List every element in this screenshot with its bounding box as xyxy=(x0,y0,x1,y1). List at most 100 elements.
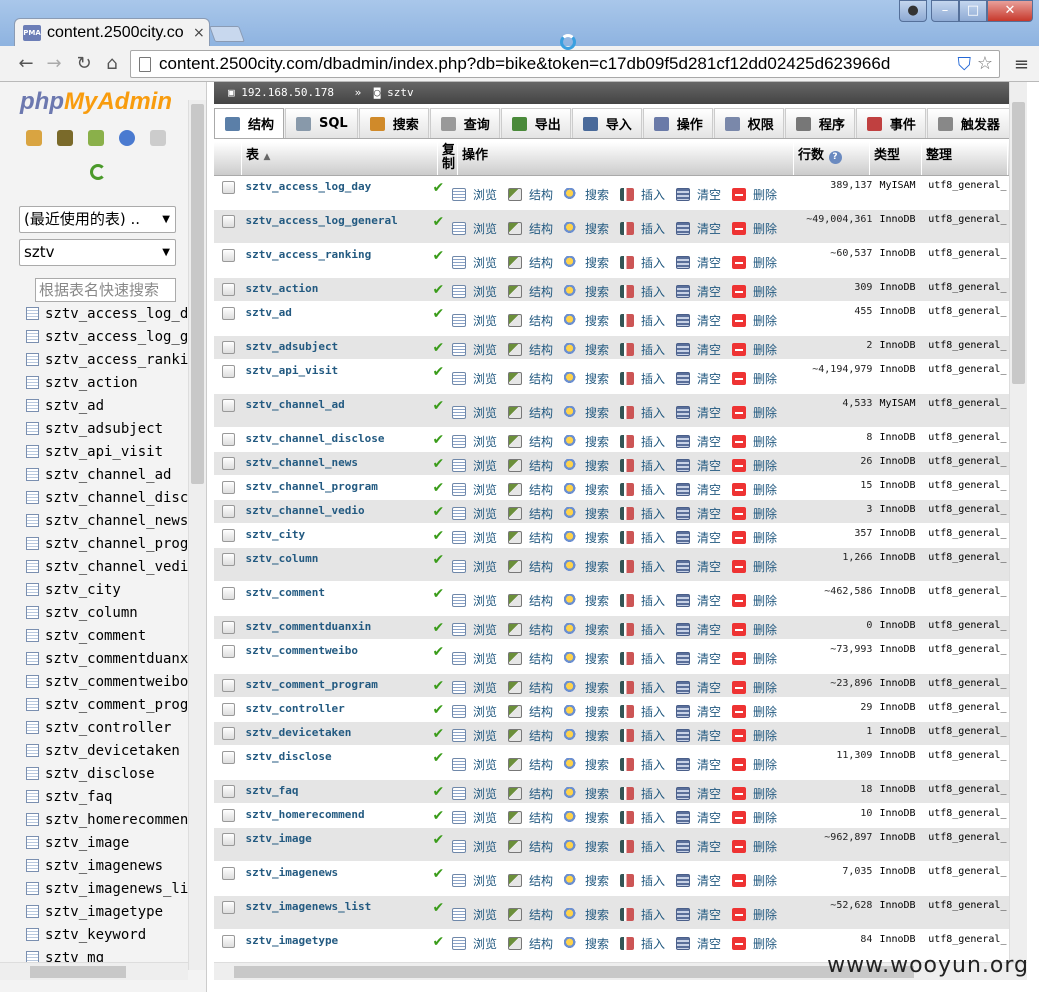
browse-action[interactable]: 浏览 xyxy=(451,282,497,301)
row-checkbox[interactable] xyxy=(222,457,235,470)
home-button[interactable]: ⌂ xyxy=(100,52,124,76)
sidebar-table-item[interactable]: sztv_faq xyxy=(0,785,188,808)
search-action[interactable]: 搜索 xyxy=(563,364,609,393)
table-name-link[interactable]: sztv_channel_news xyxy=(241,452,428,475)
empty-action[interactable]: 清空 xyxy=(676,620,721,639)
structure-action[interactable]: 结构 xyxy=(507,398,553,427)
search-action[interactable]: 搜索 xyxy=(563,750,609,779)
sidebar-horizontal-scrollbar[interactable] xyxy=(0,962,188,980)
tab-search[interactable]: 搜索 xyxy=(358,108,429,138)
row-checkbox[interactable] xyxy=(222,399,235,412)
structure-action[interactable]: 结构 xyxy=(507,340,553,359)
sidebar-table-name[interactable]: sztv_faq xyxy=(45,789,112,805)
drop-action[interactable]: 删除 xyxy=(732,808,777,827)
insert-action[interactable]: 插入 xyxy=(619,832,665,861)
structure-action[interactable]: 结构 xyxy=(507,432,553,451)
drop-action[interactable]: 删除 xyxy=(732,552,777,581)
drop-action[interactable]: 删除 xyxy=(732,306,777,335)
sidebar-table-name[interactable]: sztv_disclose xyxy=(45,766,155,782)
browse-action[interactable]: 浏览 xyxy=(451,180,497,209)
minimize-button[interactable]: – xyxy=(931,0,959,22)
home-icon[interactable] xyxy=(26,130,42,146)
structure-action[interactable]: 结构 xyxy=(507,248,553,277)
table-name-link[interactable]: sztv_access_log_day xyxy=(241,176,428,209)
insert-action[interactable]: 插入 xyxy=(619,480,665,499)
browser-menu-button[interactable]: ≡ xyxy=(1014,54,1029,75)
empty-action[interactable]: 清空 xyxy=(676,398,721,427)
sidebar-table-item[interactable]: sztv_controller xyxy=(0,716,188,739)
table-name-link[interactable]: sztv_disclose xyxy=(241,746,428,779)
sidebar-table-item[interactable]: sztv_comment xyxy=(0,624,188,647)
structure-action[interactable]: 结构 xyxy=(507,552,553,581)
tab-query[interactable]: 查询 xyxy=(429,108,500,138)
row-checkbox[interactable] xyxy=(222,481,235,494)
search-action[interactable]: 搜索 xyxy=(563,214,609,243)
table-name-link[interactable]: sztv_channel_program xyxy=(241,476,428,499)
empty-action[interactable]: 清空 xyxy=(676,678,721,697)
tab-privileges[interactable]: 权限 xyxy=(713,108,784,138)
scroll-thumb[interactable] xyxy=(30,966,126,978)
insert-action[interactable]: 插入 xyxy=(619,398,665,427)
sidebar-table-item[interactable]: sztv_imagetype xyxy=(0,900,188,923)
tab-sql[interactable]: SQL xyxy=(285,108,358,138)
insert-action[interactable]: 插入 xyxy=(619,866,665,895)
insert-action[interactable]: 插入 xyxy=(619,528,665,547)
sidebar-table-name[interactable]: sztv_city xyxy=(45,582,121,598)
empty-action[interactable]: 清空 xyxy=(676,456,721,475)
table-name-link[interactable]: sztv_faq xyxy=(241,780,428,803)
sidebar-table-item[interactable]: sztv_channel_program xyxy=(0,532,188,555)
empty-action[interactable]: 清空 xyxy=(676,866,721,895)
structure-action[interactable]: 结构 xyxy=(507,750,553,779)
tab-structure[interactable]: 结构 xyxy=(214,108,285,138)
insert-action[interactable]: 插入 xyxy=(619,644,665,673)
address-bar[interactable]: content.2500city.com/dbadmin/index.php?d… xyxy=(130,50,1000,78)
table-name-link[interactable]: sztv_homerecommend xyxy=(241,804,428,827)
empty-action[interactable]: 清空 xyxy=(676,528,721,547)
browse-action[interactable]: 浏览 xyxy=(451,364,497,393)
browse-action[interactable]: 浏览 xyxy=(451,398,497,427)
sidebar-table-item[interactable]: sztv_commentduanxin xyxy=(0,647,188,670)
drop-action[interactable]: 删除 xyxy=(732,528,777,547)
insert-action[interactable]: 插入 xyxy=(619,808,665,827)
structure-action[interactable]: 结构 xyxy=(507,586,553,615)
empty-action[interactable]: 清空 xyxy=(676,180,721,209)
row-checkbox[interactable] xyxy=(222,833,235,846)
table-name-link[interactable]: sztv_commentduanxin xyxy=(241,616,428,639)
insert-action[interactable]: 插入 xyxy=(619,586,665,615)
drop-action[interactable]: 删除 xyxy=(732,726,777,745)
insert-action[interactable]: 插入 xyxy=(619,282,665,301)
sidebar-table-name[interactable]: sztv_access_log_general xyxy=(45,329,188,345)
row-checkbox[interactable] xyxy=(222,365,235,378)
browse-action[interactable]: 浏览 xyxy=(451,586,497,615)
drop-action[interactable]: 删除 xyxy=(732,644,777,673)
header-collation[interactable]: 整理 xyxy=(922,142,1008,175)
insert-action[interactable]: 插入 xyxy=(619,306,665,335)
browse-action[interactable]: 浏览 xyxy=(451,552,497,581)
tab-triggers[interactable]: 触发器 xyxy=(926,108,1010,138)
browse-action[interactable]: 浏览 xyxy=(451,504,497,523)
empty-action[interactable]: 清空 xyxy=(676,364,721,393)
tab-routines[interactable]: 程序 xyxy=(784,108,855,138)
tab-close-icon[interactable]: × xyxy=(193,25,205,41)
insert-action[interactable]: 插入 xyxy=(619,726,665,745)
insert-action[interactable]: 插入 xyxy=(619,934,665,953)
drop-action[interactable]: 删除 xyxy=(732,180,777,209)
user-icon[interactable]: ● xyxy=(899,0,927,22)
url-text[interactable]: content.2500city.com/dbadmin/index.php?d… xyxy=(159,54,939,74)
tab-events[interactable]: 事件 xyxy=(855,108,926,138)
drop-action[interactable]: 删除 xyxy=(732,248,777,277)
sidebar-table-name[interactable]: sztv_homerecommend xyxy=(45,812,188,828)
scroll-thumb[interactable] xyxy=(191,104,204,484)
sidebar-table-name[interactable]: sztv_comment xyxy=(45,628,146,644)
table-name-link[interactable]: sztv_image xyxy=(241,828,428,861)
sidebar-table-item[interactable]: sztv_channel_news xyxy=(0,509,188,532)
empty-action[interactable]: 清空 xyxy=(676,750,721,779)
sidebar-table-name[interactable]: sztv_imagenews xyxy=(45,858,163,874)
browse-action[interactable]: 浏览 xyxy=(451,340,497,359)
browse-action[interactable]: 浏览 xyxy=(451,528,497,547)
sidebar-table-item[interactable]: sztv_channel_vedio xyxy=(0,555,188,578)
drop-action[interactable]: 删除 xyxy=(732,678,777,697)
search-action[interactable]: 搜索 xyxy=(563,528,609,547)
sidebar-table-item[interactable]: sztv_commentweibo xyxy=(0,670,188,693)
row-checkbox[interactable] xyxy=(222,505,235,518)
